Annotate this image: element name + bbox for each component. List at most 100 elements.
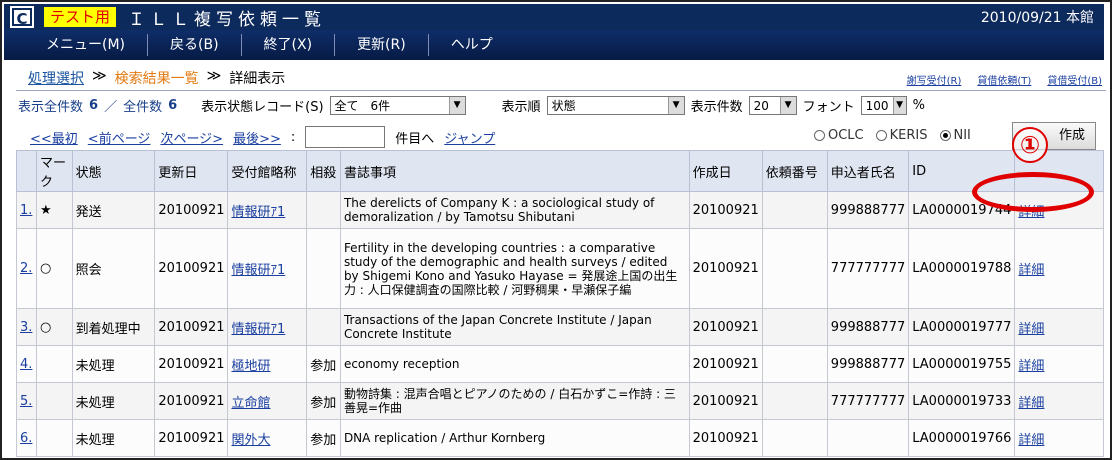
row-library-link[interactable]: 情報研ｱ1 xyxy=(231,322,285,337)
per-page-label: 表示件数 xyxy=(690,100,743,115)
order-value: 状態 xyxy=(551,99,576,113)
menu-item-back[interactable]: 戻る(B) xyxy=(148,34,242,56)
col-header-library[interactable]: 受付館略称 xyxy=(227,150,308,192)
row-applicant: 777777777 xyxy=(826,228,910,309)
row-applicant: 999888777 xyxy=(826,308,910,346)
first-page-link[interactable]: <<最初 xyxy=(30,128,78,147)
row-status: 発送 xyxy=(71,191,156,229)
last-page-link[interactable]: 最後>> xyxy=(233,128,281,147)
row-id: LA0000019777 xyxy=(908,308,1016,346)
breadcrumb-separator: ≫ xyxy=(92,68,107,84)
radio-keris-label: KERIS xyxy=(889,128,928,143)
font-value: 100 xyxy=(865,98,889,113)
order-select[interactable]: 状態 ▼ xyxy=(546,96,685,115)
radio-nii[interactable]: NII xyxy=(939,128,971,143)
row-bibliography: Transactions of the Japan Concrete Insti… xyxy=(339,308,690,346)
total-label: 全件数 xyxy=(123,100,163,115)
row-updated: 20100921 xyxy=(154,308,229,346)
row-offset: 参加 xyxy=(306,345,341,383)
menu-item-menu[interactable]: メニュー(M) xyxy=(24,34,149,56)
link-copy-reception[interactable]: 謝写受付(R) xyxy=(907,72,962,87)
col-header-bibliography[interactable]: 書誌事項 xyxy=(339,150,690,192)
menu-item-refresh[interactable]: 更新(R) xyxy=(335,34,429,56)
radio-keris[interactable]: KERIS xyxy=(875,128,928,143)
row-number-link[interactable]: 3. xyxy=(20,320,32,335)
chevron-down-icon: ▼ xyxy=(448,97,465,114)
row-created: 20100921 xyxy=(688,419,763,457)
font-label: フォント xyxy=(802,100,855,115)
col-header-created[interactable]: 作成日 xyxy=(688,150,763,192)
link-loan-reception[interactable]: 貸借受付(B) xyxy=(1047,72,1102,87)
menu-item-exit[interactable]: 終了(X) xyxy=(242,34,336,56)
row-bibliography: 動物詩集 : 混声合唱とピアノのための / 白石かずこ=作詩 : 三善晃=作曲 xyxy=(339,382,690,420)
row-id: LA0000019766 xyxy=(908,419,1016,457)
col-header-mark[interactable]: マーク xyxy=(35,150,73,192)
radio-oclc[interactable]: OCLC xyxy=(814,128,864,143)
row-applicant: 777777777 xyxy=(826,382,910,420)
row-bibliography: economy reception xyxy=(339,345,690,383)
row-request-no xyxy=(761,419,828,457)
next-page-link[interactable]: 次ページ> xyxy=(160,128,223,147)
row-number-link[interactable]: 6. xyxy=(20,431,32,446)
row-created: 20100921 xyxy=(688,191,763,229)
total-value: 6 xyxy=(168,98,178,113)
source-radio-group: OCLC KERIS NII xyxy=(814,128,971,143)
breadcrumb-process-select[interactable]: 処理選択 xyxy=(28,68,84,88)
font-select[interactable]: 100 ▼ xyxy=(860,96,907,115)
page-title: ＩＬＬ複写依頼一覧 xyxy=(128,9,327,30)
radio-checked-icon xyxy=(939,130,951,141)
row-bibliography: DNA replication / Arthur Kornberg xyxy=(339,419,690,457)
row-library-link[interactable]: 立命館 xyxy=(231,396,270,411)
jump-link[interactable]: ジャンプ xyxy=(444,128,495,147)
row-detail-link[interactable]: 詳細 xyxy=(1018,263,1044,278)
row-library-link[interactable]: 情報研ｱ1 xyxy=(231,263,285,278)
row-updated: 20100921 xyxy=(154,228,229,309)
row-created: 20100921 xyxy=(688,345,763,383)
request-table: マーク 状態 更新日 受付館略称 相殺 書誌事項 作成日 依頼番号 申込者氏名 … xyxy=(16,150,1104,457)
menu-item-help[interactable]: ヘルプ xyxy=(429,34,515,56)
row-detail-link[interactable]: 詳細 xyxy=(1018,322,1044,337)
row-id: LA0000019788 xyxy=(908,228,1016,309)
date-location: 2010/09/21 本館 xyxy=(980,10,1094,26)
row-status: 照会 xyxy=(71,228,156,309)
row-number-link[interactable]: 1. xyxy=(20,203,32,218)
row-number-link[interactable]: 2. xyxy=(20,261,32,276)
row-offset: 参加 xyxy=(306,382,341,420)
row-number-link[interactable]: 4. xyxy=(20,357,32,372)
col-header-status[interactable]: 状態 xyxy=(71,150,156,192)
menu-bar: メニュー(M) 戻る(B) 終了(X) 更新(R) ヘルプ xyxy=(4,30,1104,60)
row-detail-link[interactable]: 詳細 xyxy=(1018,359,1044,374)
row-created: 20100921 xyxy=(688,382,763,420)
status-record-select[interactable]: 全て 6件 ▼ xyxy=(329,96,466,115)
row-library-link[interactable]: 情報研ｱ1 xyxy=(231,205,285,220)
row-mark: ○ xyxy=(35,308,73,346)
col-header-updated[interactable]: 更新日 xyxy=(154,150,229,192)
row-library-link[interactable]: 関外大 xyxy=(231,433,270,448)
row-offset xyxy=(306,228,341,309)
row-offset xyxy=(306,191,341,229)
chevron-down-icon: ▼ xyxy=(779,97,796,114)
row-offset: 参加 xyxy=(306,419,341,457)
order-label: 表示順 xyxy=(501,100,541,115)
row-status: 未処理 xyxy=(71,419,156,457)
col-header-no xyxy=(16,150,37,192)
col-header-applicant[interactable]: 申込者氏名 xyxy=(826,150,910,192)
status-record-label: 表示状態レコード(S) xyxy=(201,100,324,115)
row-detail-link[interactable]: 詳細 xyxy=(1018,396,1044,411)
col-header-request-no[interactable]: 依頼番号 xyxy=(761,150,828,192)
goto-record-input[interactable] xyxy=(305,126,386,148)
table-row: 4. 未処理 20100921 極地研 参加 economy reception… xyxy=(16,345,1104,383)
prev-page-link[interactable]: <前ページ xyxy=(88,128,151,147)
row-status: 未処理 xyxy=(71,382,156,420)
row-applicant: 999888777 xyxy=(826,191,910,229)
per-page-select[interactable]: 20 ▼ xyxy=(748,96,797,115)
row-library-link[interactable]: 極地研 xyxy=(231,359,270,374)
table-row: 3. ○ 到着処理中 20100921 情報研ｱ1 Transactions o… xyxy=(16,308,1104,346)
table-row: 6. 未処理 20100921 関外大 参加 DNA replication /… xyxy=(16,419,1104,457)
breadcrumb-search-results[interactable]: 検索結果一覧 xyxy=(115,68,199,88)
col-header-offset[interactable]: 相殺 xyxy=(306,150,341,192)
row-number-link[interactable]: 5. xyxy=(20,394,32,409)
table-row: 2. ○ 照会 20100921 情報研ｱ1 Fertility in the … xyxy=(16,228,1104,309)
link-loan-request[interactable]: 貸借依頼(T) xyxy=(977,72,1031,87)
row-detail-link[interactable]: 詳細 xyxy=(1018,433,1044,448)
